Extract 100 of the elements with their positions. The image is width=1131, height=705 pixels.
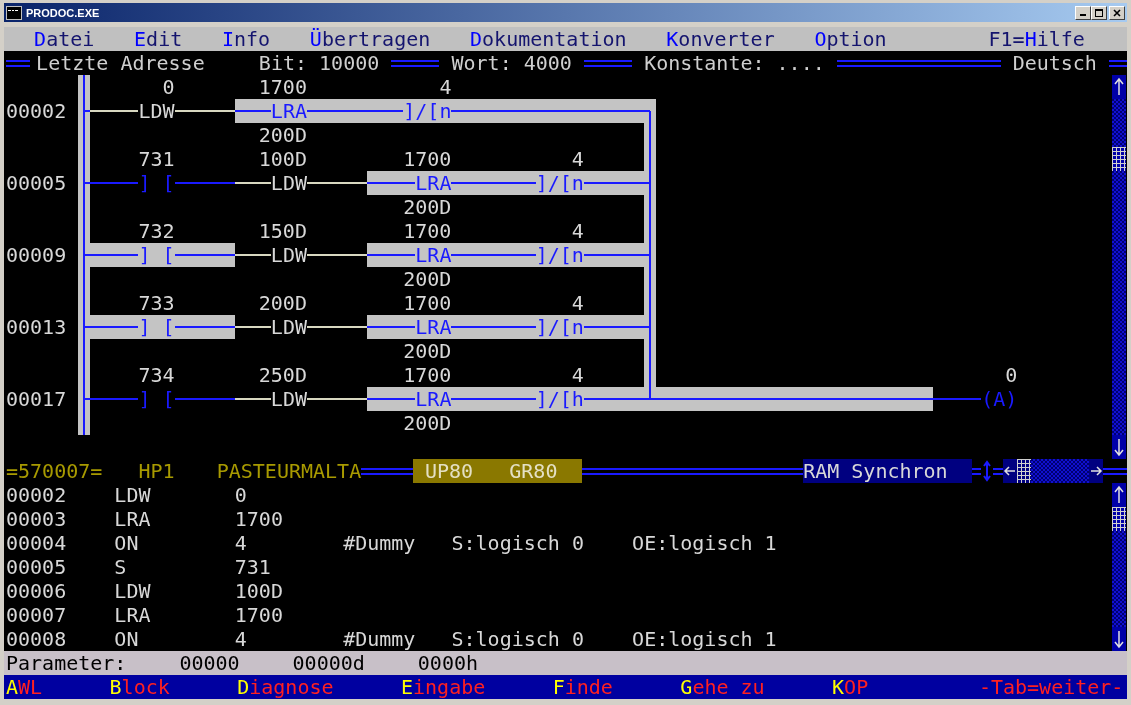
window-title: PRODOC.EXE [26, 6, 100, 19]
listing-address: 00002 [6, 483, 68, 507]
scroll-thumb[interactable] [1112, 147, 1126, 171]
load-operand: 150D [258, 219, 307, 243]
bit-counter: Bit: 10000 [258, 51, 380, 75]
compare-operand: 4 [571, 219, 584, 243]
scrollbar[interactable] [1112, 483, 1126, 651]
listing-comment: S:logisch 0 [451, 627, 585, 651]
menu-item[interactable]: Info [221, 27, 271, 51]
load-operand: 250D [258, 363, 307, 387]
scrollbar[interactable] [1112, 75, 1126, 459]
compare-operand: 4 [571, 291, 584, 315]
function-key[interactable]: Block [109, 675, 170, 699]
block-operand: 1700 [403, 363, 452, 387]
function-key[interactable]: -Tab=weiter- [978, 675, 1124, 699]
sync-status: RAM Synchron [803, 459, 972, 483]
load-instruction: LDW [270, 315, 307, 339]
coil-operand: 0 [1005, 363, 1018, 387]
listing-comment: S:logisch 0 [451, 531, 585, 555]
menu-item[interactable]: Übertragen [309, 27, 431, 51]
contact-operand: 732 [138, 219, 175, 243]
scroll-down-icon[interactable] [1112, 627, 1126, 651]
contact-symbol: ] [ [138, 387, 175, 411]
block-operand: 1700 [403, 147, 452, 171]
block-operand: 200D [403, 411, 452, 435]
rung-address: 00013 [6, 315, 67, 339]
compare-symbol: ]/[n [535, 315, 584, 339]
block-instruction: LRA [415, 387, 452, 411]
listing-instruction: LRA [114, 603, 152, 627]
program-name: PASTEURMALTA [216, 459, 362, 483]
parameter-value: 00000 [179, 651, 240, 675]
listing-address: 00003 [6, 507, 68, 531]
listing-comment: #Dummy [343, 627, 417, 651]
scroll-up-icon[interactable] [1112, 75, 1126, 99]
contact-symbol: ] [ [138, 171, 175, 195]
listing-instruction: S [114, 555, 128, 579]
function-key[interactable]: KOP [832, 675, 869, 699]
listing-address: 00005 [6, 555, 68, 579]
rung-address: 00017 [6, 387, 67, 411]
menu-item[interactable]: Edit [134, 27, 183, 51]
rung-address: 00002 [6, 99, 67, 123]
contact-symbol: ] [ [138, 315, 175, 339]
horizontal-scrollbar[interactable] [1003, 459, 1103, 483]
listing-operand: 4 [234, 531, 248, 555]
compare-symbol: ]/[h [535, 387, 584, 411]
scroll-up-icon[interactable] [1112, 483, 1126, 507]
function-key[interactable]: Diagnose [237, 675, 334, 699]
listing-address: 00006 [6, 579, 68, 603]
parameter-label: Parameter: [6, 651, 127, 675]
block-operand: 200D [258, 123, 307, 147]
maximize-icon [1094, 7, 1104, 18]
compare-symbol: ]/[n [403, 99, 452, 123]
scroll-thumb[interactable] [1112, 507, 1126, 531]
menu-item[interactable]: Datei [34, 27, 95, 51]
function-key[interactable]: AWL [6, 675, 43, 699]
listing-comment: #Dummy [343, 531, 417, 555]
listing-address: 00004 [6, 531, 68, 555]
block-operand: 1700 [403, 291, 452, 315]
station-address: =570007= [6, 459, 103, 483]
compare-operand: 4 [571, 147, 584, 171]
listing-comment: OE:logisch 1 [632, 531, 778, 555]
listing-instruction: LRA [114, 507, 152, 531]
load-instruction: LDW [270, 387, 307, 411]
listing-operand: 0 [234, 483, 248, 507]
console-icon [6, 5, 22, 20]
block-instruction: LRA [415, 315, 452, 339]
function-key[interactable]: Finde [552, 675, 613, 699]
language-label: Deutsch [1012, 51, 1097, 75]
minimize-button[interactable] [1075, 5, 1091, 20]
block-instruction: LRA [415, 171, 452, 195]
scroll-down-icon[interactable] [1112, 435, 1126, 459]
contact-operand: 731 [138, 147, 175, 171]
function-key[interactable]: Gehe zu [680, 675, 765, 699]
load-instruction: LDW [270, 243, 307, 267]
menu-item[interactable]: Dokumentation [470, 27, 627, 51]
contact-operand: 733 [138, 291, 175, 315]
listing-operand: 100D [234, 579, 284, 603]
station-name: HP1 [138, 459, 175, 483]
block-instruction: LRA [415, 243, 452, 267]
info-label: Letzte Adresse [36, 51, 205, 75]
load-operand: 200D [258, 291, 307, 315]
menu-item[interactable]: Konverter [666, 27, 775, 51]
menu-item[interactable]: F1=Hilfe [988, 27, 1085, 51]
compare-symbol: ]/[n [535, 243, 584, 267]
listing-instruction: LDW [114, 579, 152, 603]
menu-item[interactable]: Option [814, 27, 887, 51]
listing-instruction: LDW [114, 483, 152, 507]
close-button[interactable] [1109, 5, 1125, 20]
rung-address: 00005 [6, 171, 67, 195]
rung-address: 00009 [6, 243, 67, 267]
maximize-button[interactable] [1091, 5, 1107, 20]
compare-symbol: ]/[n [535, 171, 584, 195]
listing-address: 00007 [6, 603, 68, 627]
block-operand: 200D [403, 267, 452, 291]
constant-label: Konstante: .... [644, 51, 825, 75]
block-operand: 200D [403, 339, 452, 363]
compare-operand: 4 [571, 363, 584, 387]
listing-address: 00008 [6, 627, 68, 651]
scroll-thumb[interactable] [1017, 459, 1031, 483]
function-key[interactable]: Eingabe [400, 675, 486, 699]
